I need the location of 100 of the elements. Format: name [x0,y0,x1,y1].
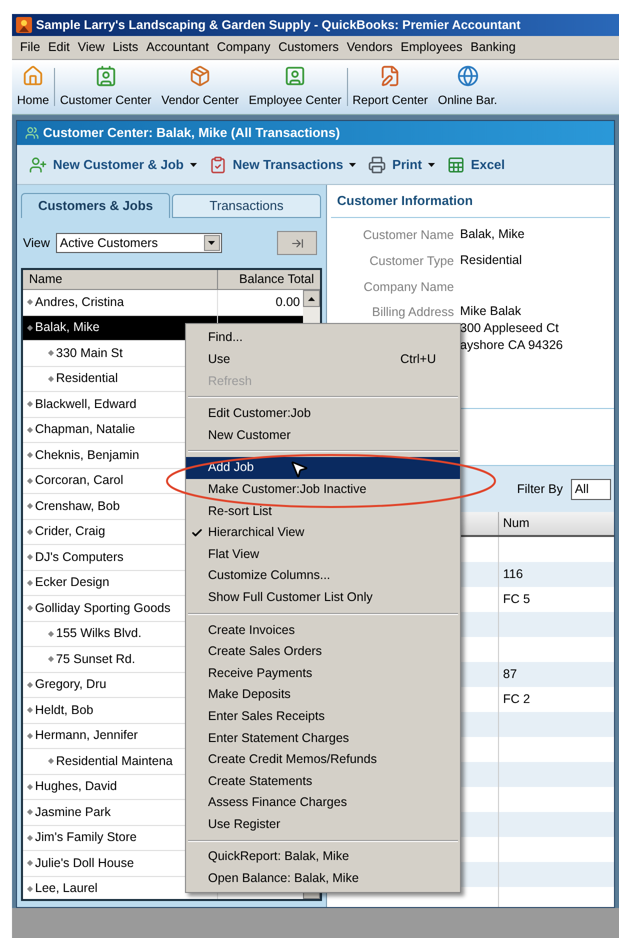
view-dropdown[interactable]: Active Customers [56,233,222,253]
menu-item[interactable]: Employees [396,38,466,57]
center-title: Customer Center: Balak, Mike (All Transactions) [43,124,340,142]
toolbar-button[interactable]: New Customer & Job [29,154,197,174]
caret-icon [428,162,435,166]
diamond-icon [27,503,33,510]
printer-icon [368,156,386,174]
diamond-icon [27,478,33,484]
customer-name: Jasmine Park [35,804,111,821]
table-cell-text: FC 2 [502,691,532,708]
diamond-icon [27,886,33,892]
check-icon [191,526,203,539]
context-menu-item[interactable]: Add Job [186,456,460,479]
menu-item[interactable]: View [74,38,109,57]
customer-name: Balak, Mike [35,319,100,336]
person-plus-icon [29,156,47,174]
column-header[interactable]: Balance Total [218,270,320,289]
diamond-icon [27,426,33,433]
toolbar-button[interactable]: Home [12,60,54,114]
caret-icon [208,241,216,245]
customer-name: Golliday Sporting Goods [35,600,170,617]
customer-row[interactable]: Andres, Cristina 0.00 [23,290,303,316]
caret-icon [190,162,197,166]
customer-name: Ecker Design [35,574,110,592]
section-title: Customer Information [337,192,473,210]
diamond-icon [27,324,33,331]
customer-name: Hughes, David [35,778,117,796]
menu-item[interactable]: Customers [274,38,343,57]
toolbar-button[interactable]: Print [368,154,435,174]
customer-name: Andres, Cristina [35,294,124,311]
diamond-icon [48,656,54,662]
toolbar-button[interactable]: Employee Center [244,60,346,114]
toolbar-button[interactable]: New Transactions [208,154,356,174]
diamond-icon [27,860,33,866]
tab[interactable]: Customers & Jobs [21,193,170,218]
customer-name: Crider, Craig [35,523,106,540]
diamond-icon [27,528,33,535]
field-value: Residential [460,252,522,269]
customer-name: 155 Wilks Blvd. [56,625,142,642]
field-value: Balak, Mike [460,226,525,243]
package-icon [189,65,212,87]
customer-name: Gregory, Dru [35,676,106,694]
menu-item[interactable]: Lists [108,38,142,57]
diamond-icon [27,299,33,306]
customer-name: Cheknis, Benjamin [35,446,140,464]
menu-item[interactable]: File [16,38,44,57]
toolbar-button[interactable]: Online Bar. [432,60,502,114]
customer-name: DJ's Computers [35,548,124,566]
diamond-icon [27,580,33,586]
toolbar-button[interactable]: Report Center [348,60,433,114]
field-label: Billing Address [371,304,454,322]
diamond-icon [27,732,33,739]
arrow-to-line-icon [290,236,304,250]
menu-item[interactable]: Accountant [142,38,213,57]
menu-item[interactable]: Company [212,38,274,57]
customer-name: Julie's Doll House [35,854,134,872]
contact-card-icon [94,65,117,87]
toolbar-button[interactable]: Customer Center [55,60,156,114]
spreadsheet-icon [446,156,465,174]
table-cell-text: 87 [502,666,518,684]
field-value: ayshore CA 94326 [460,337,563,354]
toolbar-button[interactable]: Excel [446,154,505,174]
tab[interactable]: Transactions [172,194,321,218]
customer-name: 330 Main St [56,344,123,362]
customer-name: Residential [56,370,118,388]
diamond-icon [27,401,33,408]
toolbar-button[interactable]: Vendor Center [156,60,244,114]
customer-name: Heldt, Bob [35,702,94,719]
field-label: Customer Name [362,227,454,244]
customer-name: Residential Maintena [56,752,173,770]
filter-dropdown[interactable]: All [570,478,611,500]
scroll-up-icon[interactable] [303,290,320,307]
column-header[interactable]: Name [23,270,218,289]
customer-name: 75 Sunset Rd. [56,650,136,668]
filter-label: Filter By [517,480,563,498]
diamond-icon [48,630,54,637]
balance-cell-text: 0.00 [274,294,301,311]
customer-name: Blackwell, Edward [35,396,136,413]
diamond-icon [27,605,33,612]
menu-item[interactable]: Vendors [342,38,397,57]
window-title: Sample Larry's Landscaping & Garden Supply - QuickBooks: Premier Accountant [36,16,521,34]
menu-item[interactable]: Edit [44,38,74,57]
diamond-icon [27,452,33,458]
field-value: Mike Balak [460,303,522,320]
customer-name: Chapman, Natalie [35,421,136,438]
customer-name: Corcoran, Carol [35,472,124,490]
app-logo-icon [16,17,32,33]
table-cell-text: FC 5 [502,591,532,608]
view-label: View [23,234,50,252]
diamond-icon [48,376,54,382]
collapse-button[interactable] [277,231,317,255]
people-icon [25,126,39,140]
diamond-icon [27,707,33,714]
globe-icon [456,65,479,87]
diamond-icon [48,350,54,356]
field-label: Customer Type [368,252,454,270]
document-pen-icon [379,65,402,87]
menu-item[interactable]: Banking [466,38,520,57]
table-cell-text: 116 [502,566,524,584]
customer-name: Hermann, Jennifer [35,727,138,744]
